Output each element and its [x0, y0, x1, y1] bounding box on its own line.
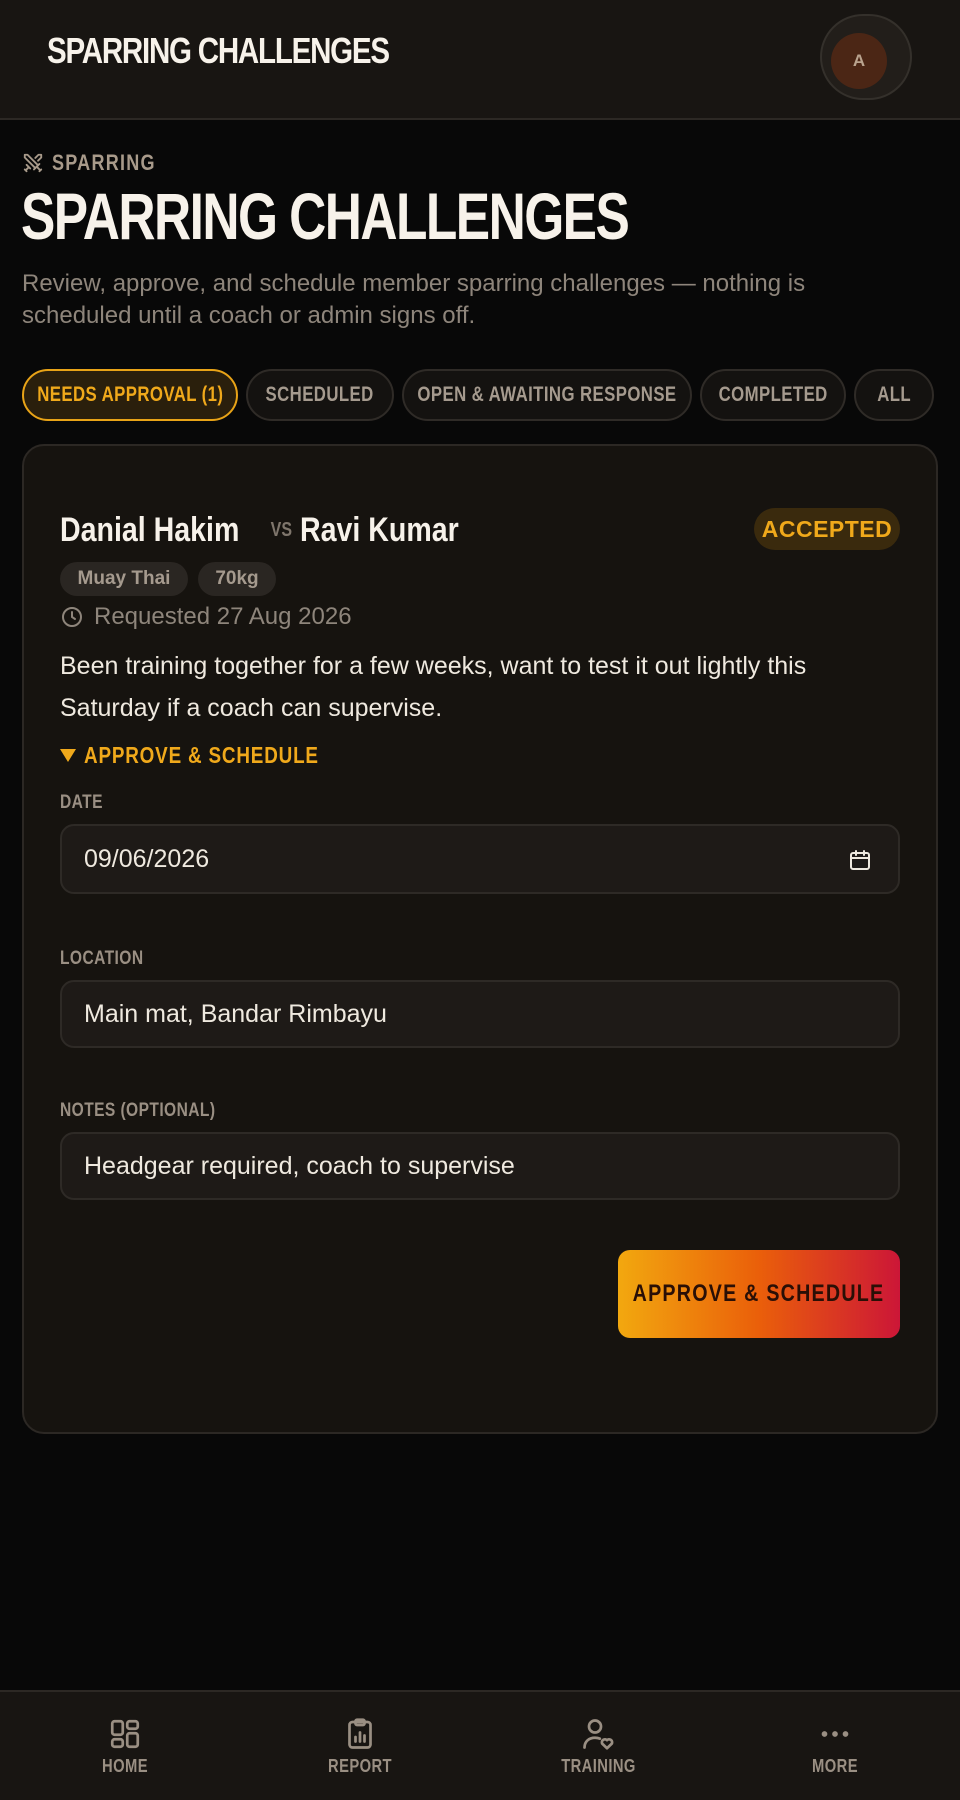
page-subtitle: Review, approve, and schedule member spa…: [22, 270, 806, 329]
location-value: Main mat, Bandar Rimbayu: [84, 999, 387, 1028]
notes-label: NOTES (OPTIONAL): [60, 1100, 216, 1121]
nav-label: MORE: [812, 1756, 858, 1776]
date-value: 09/06/2026: [84, 844, 210, 873]
nav-label: REPORT: [328, 1756, 392, 1776]
more-dots-icon: [821, 1731, 849, 1737]
filter-needs-approval[interactable]: NEEDS APPROVAL (1): [22, 369, 238, 421]
avatar[interactable]: A: [831, 33, 887, 89]
weight-tag: 70kg: [198, 562, 276, 596]
section-eyebrow: SPARRING: [22, 150, 179, 176]
app-title: SPARRING CHALLENGES: [47, 30, 390, 71]
filter-label: ALL: [877, 383, 911, 406]
clipboard-chart-icon: [348, 1718, 372, 1749]
requested-text: Requested 27 Aug 2026: [94, 603, 352, 630]
approve-schedule-toggle[interactable]: APPROVE & SCHEDULE: [60, 740, 370, 770]
crossed-swords-icon: [23, 153, 43, 173]
filter-scheduled[interactable]: SCHEDULED: [246, 369, 394, 421]
nav-label: HOME: [102, 1756, 148, 1776]
filter-label: SCHEDULED: [265, 383, 375, 406]
approve-schedule-button[interactable]: APPROVE & SCHEDULE: [618, 1250, 900, 1338]
requested-date: Requested 27 Aug 2026: [60, 602, 352, 632]
page-title: SPARRING CHALLENGES: [21, 179, 630, 253]
nav-home[interactable]: HOME: [55, 1716, 195, 1786]
filter-label: COMPLETED: [718, 383, 828, 406]
filter-completed[interactable]: COMPLETED: [700, 369, 846, 421]
filter-label: OPEN & AWAITING RESPONSE: [417, 383, 677, 406]
filter-open-awaiting[interactable]: OPEN & AWAITING RESPONSE: [402, 369, 692, 421]
fighter-b-name: Ravi Kumar: [300, 510, 459, 549]
location-field[interactable]: Main mat, Bandar Rimbayu: [60, 980, 900, 1048]
fighter-a-name: Danial Hakim: [60, 510, 240, 549]
disclosure-label: APPROVE & SCHEDULE: [84, 741, 319, 768]
notes-field[interactable]: Headgear required, coach to supervise: [60, 1132, 900, 1200]
dashboard-icon: [110, 1719, 140, 1749]
calendar-icon[interactable]: [848, 848, 872, 872]
caret-down-icon: [60, 748, 76, 762]
location-label: LOCATION: [60, 948, 144, 969]
date-field[interactable]: 09/06/2026: [60, 824, 900, 894]
versus-label: VS: [270, 518, 292, 541]
filter-label: NEEDS APPROVAL (1): [36, 383, 224, 406]
nav-label: TRAINING: [560, 1756, 636, 1776]
nav-more[interactable]: MORE: [765, 1716, 905, 1786]
matchup: Danial Hakim VS Ravi Kumar: [60, 510, 489, 550]
notes-value: Headgear required, coach to supervise: [84, 1151, 515, 1180]
top-app-bar: SPARRING CHALLENGES: [0, 0, 960, 120]
discipline-tag: Muay Thai: [60, 562, 188, 596]
filter-all[interactable]: ALL: [854, 369, 934, 421]
approve-button-label: APPROVE & SCHEDULE: [633, 1280, 885, 1307]
nav-report[interactable]: REPORT: [290, 1716, 430, 1786]
eyebrow-label: SPARRING: [52, 150, 156, 175]
status-badge: ACCEPTED: [754, 508, 900, 550]
date-label: DATE: [60, 792, 103, 813]
challenge-message: Been training together for a few weeks, …: [60, 652, 807, 722]
nav-training[interactable]: TRAINING: [528, 1716, 668, 1786]
user-heart-icon: [583, 1719, 614, 1750]
clock-icon: [62, 607, 82, 627]
